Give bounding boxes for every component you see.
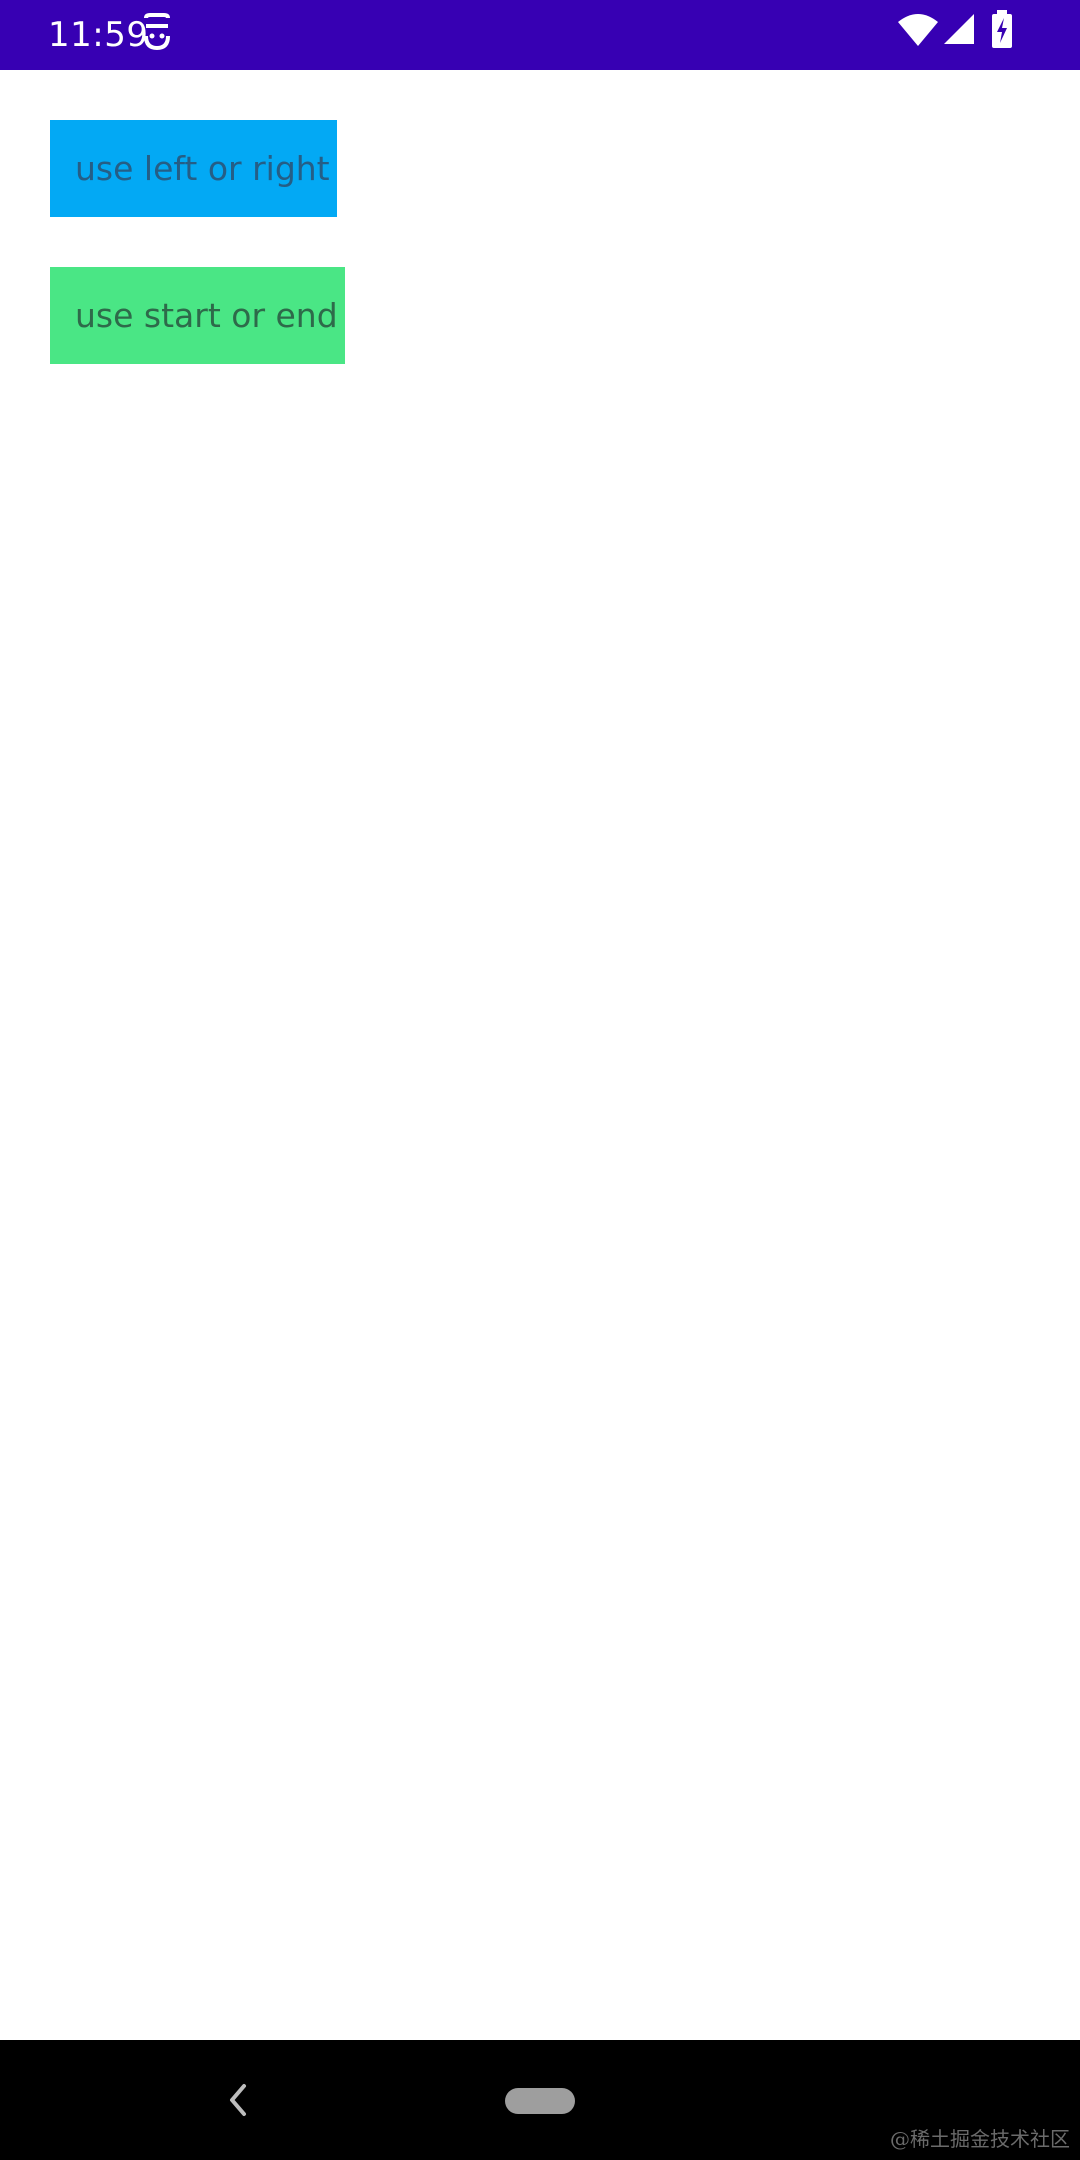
back-icon[interactable] [220,2080,256,2120]
wifi-icon [898,14,938,46]
status-bar: 11:59 [0,0,1080,70]
notification-icon [144,13,170,51]
navigation-bar: @稀土掘金技术社区 [0,2040,1080,2160]
watermark: @稀土掘金技术社区 [890,2127,1070,2151]
status-time: 11:59 [48,15,149,55]
app-screen: 11:59 use left or right use start or end [0,0,1080,2160]
home-pill-icon[interactable] [505,2088,575,2114]
use-start-or-end-label: use start or end [75,296,338,335]
battery-charging-icon [992,10,1012,48]
use-left-or-right-button[interactable]: use left or right [50,120,337,217]
content-area: use left or right use start or end [0,70,1080,2040]
use-left-or-right-label: use left or right [75,149,330,188]
use-start-or-end-button[interactable]: use start or end [50,267,345,364]
cell-signal-icon [944,14,974,44]
